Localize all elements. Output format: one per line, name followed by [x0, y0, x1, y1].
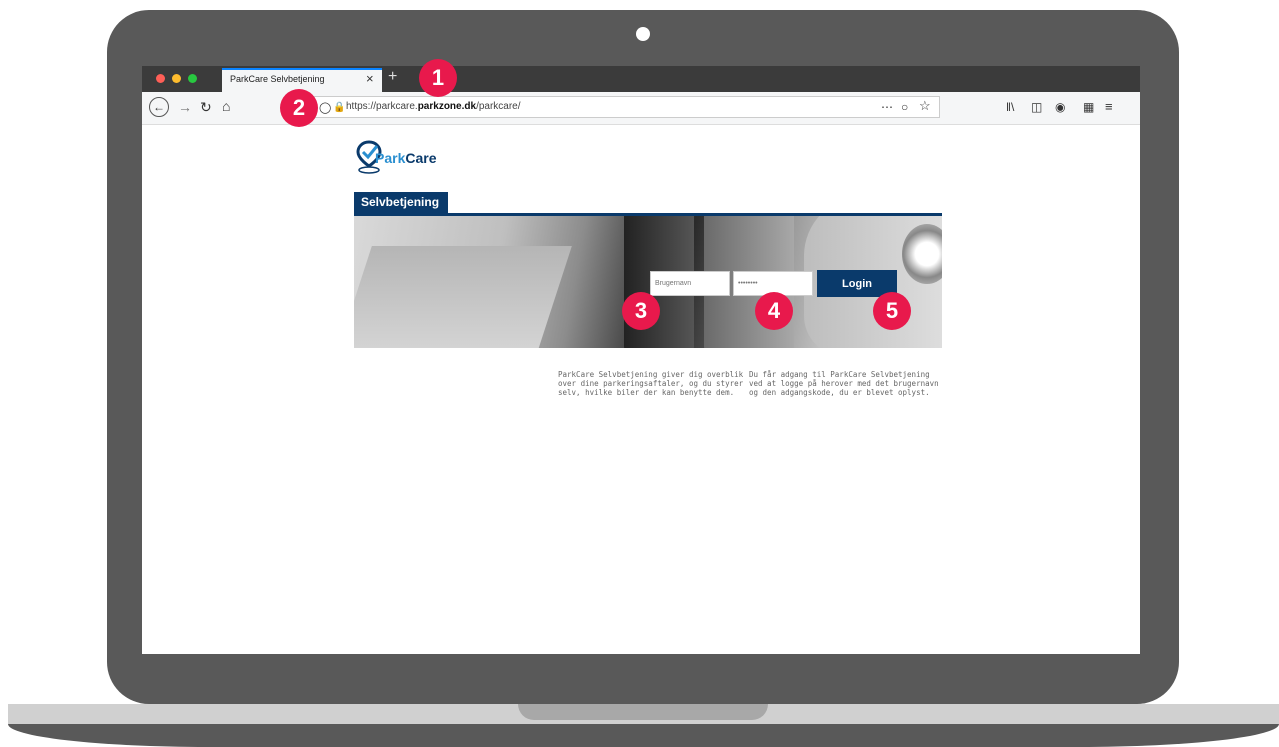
pocket-icon[interactable]: ○: [901, 100, 908, 114]
close-window-icon[interactable]: [156, 74, 165, 83]
back-icon[interactable]: ←: [149, 97, 169, 117]
menu-icon[interactable]: ≡: [1105, 100, 1113, 114]
logo-text: ParkCare: [375, 150, 437, 166]
url-text[interactable]: https://parkcare.parkzone.dk/parkcare/: [346, 101, 521, 112]
tab-selvbetjening[interactable]: Selvbetjening: [354, 192, 448, 213]
shield-icon[interactable]: ◯: [319, 101, 331, 115]
minimize-window-icon[interactable]: [172, 74, 181, 83]
info-text-right: Du får adgang til ParkCare Selvbetjening…: [749, 370, 939, 397]
new-tab-icon[interactable]: +: [388, 68, 397, 86]
account-icon[interactable]: ◉: [1055, 100, 1065, 114]
laptop-base-bottom: [8, 724, 1279, 747]
marker-3: 3: [622, 292, 660, 330]
tab-close-icon[interactable]: ×: [366, 71, 374, 86]
info-text-left: ParkCare Selvbetjening giver dig overbli…: [558, 370, 744, 397]
marker-4: 4: [755, 292, 793, 330]
browser-window: ParkCare Selvbetjening × + ← → ↻ ⌂ ◯ 🔒 h…: [142, 66, 1140, 654]
banner-road: [354, 246, 572, 348]
username-input[interactable]: [650, 271, 730, 296]
forward-icon[interactable]: →: [178, 100, 192, 114]
tab-bar: ParkCare Selvbetjening × +: [142, 66, 1140, 92]
lock-icon[interactable]: 🔒: [333, 101, 345, 115]
sidebar-icon[interactable]: ◫: [1031, 100, 1042, 114]
address-bar[interactable]: ◯ 🔒 https://parkcare.parkzone.dk/parkcar…: [310, 96, 940, 118]
extension-icon[interactable]: ▦: [1083, 100, 1094, 114]
home-icon[interactable]: ⌂: [222, 99, 230, 113]
marker-1: 1: [419, 59, 457, 97]
star-icon[interactable]: ☆: [919, 99, 931, 113]
tab-title: ParkCare Selvbetjening: [230, 74, 325, 84]
laptop-notch: [518, 704, 768, 720]
reload-icon[interactable]: ↻: [200, 100, 212, 114]
more-icon[interactable]: ⋯: [881, 100, 893, 114]
marker-2: 2: [280, 89, 318, 127]
library-icon[interactable]: ‖\: [1006, 100, 1014, 114]
maximize-window-icon[interactable]: [188, 74, 197, 83]
marker-5: 5: [873, 292, 911, 330]
webcam: [636, 27, 650, 41]
page-content: ParkCare Selvbetjening Login ParkCare Se…: [142, 125, 1140, 654]
